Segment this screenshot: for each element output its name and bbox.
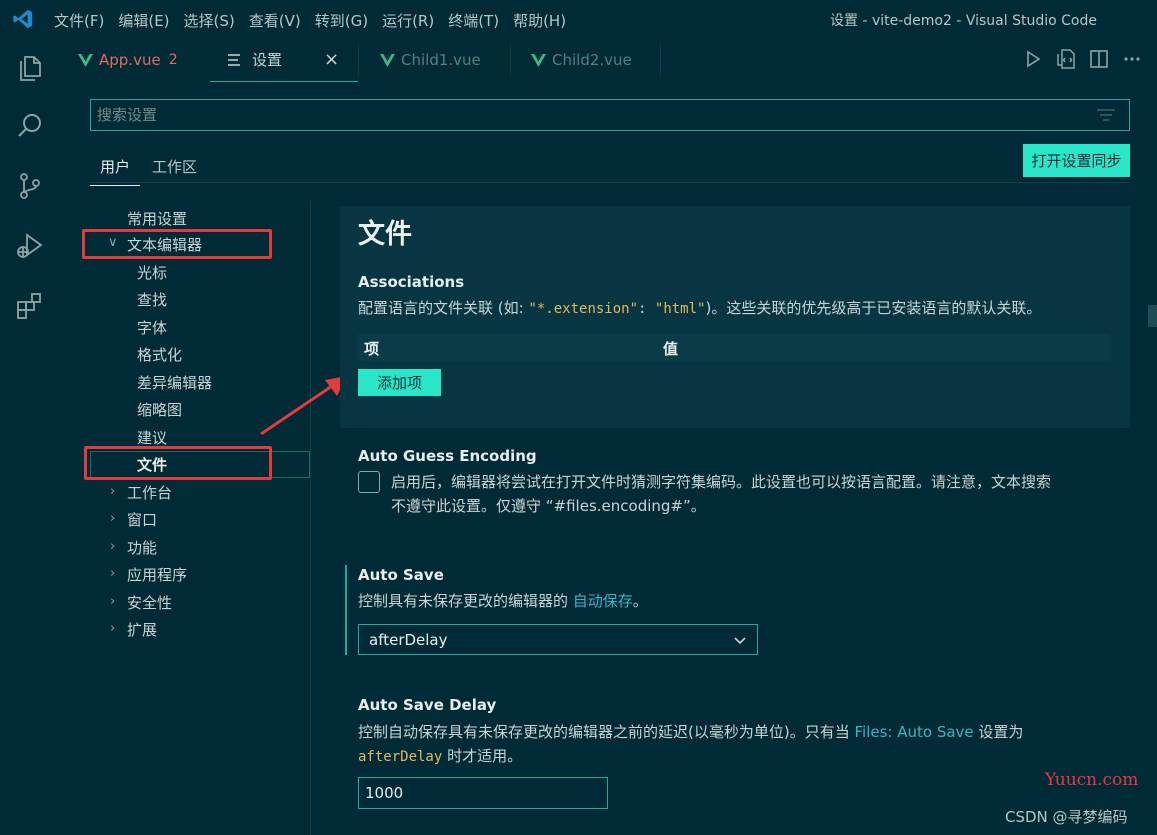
toc-item-suggestions[interactable]: 建议 bbox=[137, 427, 167, 448]
tab-child1-vue[interactable]: Child1.vue bbox=[380, 38, 481, 82]
source-control-icon[interactable] bbox=[14, 170, 46, 202]
menu-edit[interactable]: 编辑(E) bbox=[118, 10, 169, 31]
extensions-icon[interactable] bbox=[14, 290, 46, 322]
activity-bar bbox=[0, 38, 60, 835]
modified-indicator bbox=[345, 565, 347, 655]
associations-table-header: 项 值 bbox=[358, 334, 1110, 361]
tab-settings[interactable]: 设置 × bbox=[210, 38, 358, 82]
tab-label: 设置 bbox=[252, 51, 283, 69]
toc-item-application[interactable]: 应用程序 bbox=[127, 564, 187, 585]
close-icon[interactable]: × bbox=[324, 49, 339, 70]
title-bar: 文件(F) 编辑(E) 选择(S) 查看(V) 转到(G) 运行(R) 终端(T… bbox=[0, 0, 1157, 38]
scope-tabs: 用户 工作区 bbox=[90, 150, 1130, 186]
auto-save-link[interactable]: 自动保存 bbox=[573, 592, 633, 610]
toc-item-diff-editor[interactable]: 差异编辑器 bbox=[137, 372, 212, 393]
chevron-right-icon: › bbox=[110, 566, 116, 581]
chevron-right-icon: › bbox=[110, 511, 116, 526]
toc-item-find[interactable]: 查找 bbox=[137, 289, 167, 310]
vue-file-icon bbox=[78, 53, 93, 67]
tab-label: Child2.vue bbox=[552, 51, 632, 69]
watermark-site: Yuucn.com bbox=[1045, 770, 1139, 790]
section-title: 文件 bbox=[358, 219, 412, 250]
editor-actions bbox=[1022, 48, 1154, 70]
open-settings-json-icon[interactable] bbox=[1055, 48, 1077, 70]
toc-item-formatting[interactable]: 格式化 bbox=[137, 344, 182, 365]
auto-guess-encoding-description: 启用后，编辑器将尝试在打开文件时猜测字符集编码。此设置也可以按语言配置。请注意，… bbox=[391, 473, 1052, 515]
auto-save-select[interactable]: afterDelay bbox=[358, 624, 758, 655]
more-actions-icon[interactable] bbox=[1121, 48, 1143, 70]
column-item: 项 bbox=[364, 340, 380, 358]
run-debug-icon[interactable] bbox=[14, 230, 46, 262]
menu-go[interactable]: 转到(G) bbox=[315, 10, 368, 31]
menu-bar: 文件(F) 编辑(E) 选择(S) 查看(V) 转到(G) 运行(R) 终端(T… bbox=[54, 10, 580, 31]
chevron-right-icon: › bbox=[110, 594, 116, 609]
toc-item-security[interactable]: 安全性 bbox=[127, 592, 172, 613]
tab-child2-vue[interactable]: Child2.vue bbox=[531, 38, 632, 82]
settings-toc: 常用设置 ∨ 文本编辑器 光标 查找 字体 格式化 差异编辑器 缩略图 建议 文… bbox=[60, 200, 312, 835]
toc-item-minimap[interactable]: 缩略图 bbox=[137, 399, 182, 420]
toc-item-extensions[interactable]: 扩展 bbox=[127, 619, 157, 640]
auto-save-delay-input[interactable] bbox=[358, 777, 608, 809]
chevron-right-icon: › bbox=[110, 484, 116, 499]
tab-label: App.vue bbox=[99, 51, 161, 69]
tab-label: Child1.vue bbox=[401, 51, 481, 69]
tab-separator bbox=[660, 44, 661, 76]
chevron-right-icon: › bbox=[110, 621, 116, 636]
menu-selection[interactable]: 选择(S) bbox=[184, 10, 235, 31]
menu-file[interactable]: 文件(F) bbox=[54, 10, 104, 31]
menu-terminal[interactable]: 终端(T) bbox=[448, 10, 499, 31]
menu-run[interactable]: 运行(R) bbox=[382, 10, 434, 31]
vue-file-icon bbox=[380, 53, 395, 67]
tab-workspace[interactable]: 工作区 bbox=[152, 156, 197, 177]
search-settings-box bbox=[90, 99, 1130, 131]
associations-label: Associations bbox=[358, 273, 465, 291]
editor-tabs: App.vue 2 设置 × Child1.vue Child2.vue bbox=[60, 38, 1157, 82]
watermark-author: CSDN @寻梦编码 bbox=[1005, 808, 1128, 826]
toc-divider bbox=[310, 200, 311, 835]
auto-save-value: afterDelay bbox=[369, 630, 448, 649]
toc-item-features[interactable]: 功能 bbox=[127, 537, 157, 558]
search-input[interactable] bbox=[91, 100, 1081, 130]
run-icon[interactable] bbox=[1022, 48, 1044, 70]
files-auto-save-link[interactable]: Files: Auto Save bbox=[854, 723, 973, 741]
auto-save-delay-description: 控制自动保存具有未保存更改的编辑器之前的延迟(以毫秒为单位)。只有当 Files… bbox=[358, 723, 1024, 765]
annotation-box-files bbox=[84, 446, 272, 480]
annotation-box-text-editor bbox=[82, 229, 272, 259]
associations-description: 配置语言的文件关联 (如: "*.extension": "html")。这些关… bbox=[358, 299, 1042, 317]
tab-user[interactable]: 用户 bbox=[90, 156, 141, 186]
explorer-icon[interactable] bbox=[14, 52, 46, 84]
vscode-logo-icon bbox=[13, 9, 33, 29]
toc-item-window[interactable]: 窗口 bbox=[127, 509, 157, 530]
chevron-right-icon: › bbox=[110, 539, 116, 554]
vue-file-icon bbox=[531, 53, 546, 67]
toc-item-font[interactable]: 字体 bbox=[137, 317, 167, 338]
auto-save-delay-label: Auto Save Delay bbox=[358, 696, 497, 714]
chevron-down-icon bbox=[734, 637, 746, 645]
auto-save-label: Auto Save bbox=[358, 566, 444, 584]
toc-item-workbench[interactable]: 工作台 bbox=[127, 482, 172, 503]
settings-sync-button[interactable]: 打开设置同步 bbox=[1023, 144, 1130, 177]
scrollbar-thumb[interactable] bbox=[1148, 305, 1157, 327]
tab-app-vue[interactable]: App.vue 2 bbox=[78, 38, 178, 82]
toc-item-cursor[interactable]: 光标 bbox=[137, 262, 167, 283]
auto-save-description: 控制具有未保存更改的编辑器的 自动保存。 bbox=[358, 592, 648, 610]
window-title: 设置 - vite-demo2 - Visual Studio Code bbox=[830, 13, 1097, 29]
menu-help[interactable]: 帮助(H) bbox=[513, 10, 566, 31]
add-item-button[interactable]: 添加项 bbox=[358, 369, 441, 396]
search-icon[interactable] bbox=[14, 110, 46, 142]
files-section: 文件 Associations 配置语言的文件关联 (如: "*.extensi… bbox=[340, 206, 1130, 428]
tab-separator bbox=[510, 44, 511, 76]
settings-editor-icon bbox=[228, 53, 240, 66]
toc-item-commonly-used[interactable]: 常用设置 bbox=[127, 208, 187, 229]
auto-guess-encoding-checkbox[interactable] bbox=[358, 471, 380, 493]
column-value: 值 bbox=[663, 340, 679, 358]
problem-count-badge: 2 bbox=[168, 52, 178, 68]
menu-view[interactable]: 查看(V) bbox=[249, 10, 301, 31]
auto-guess-encoding-label: Auto Guess Encoding bbox=[358, 447, 537, 465]
split-editor-icon[interactable] bbox=[1088, 48, 1110, 70]
tab-separator bbox=[358, 44, 359, 76]
filter-icon[interactable] bbox=[1097, 108, 1115, 122]
